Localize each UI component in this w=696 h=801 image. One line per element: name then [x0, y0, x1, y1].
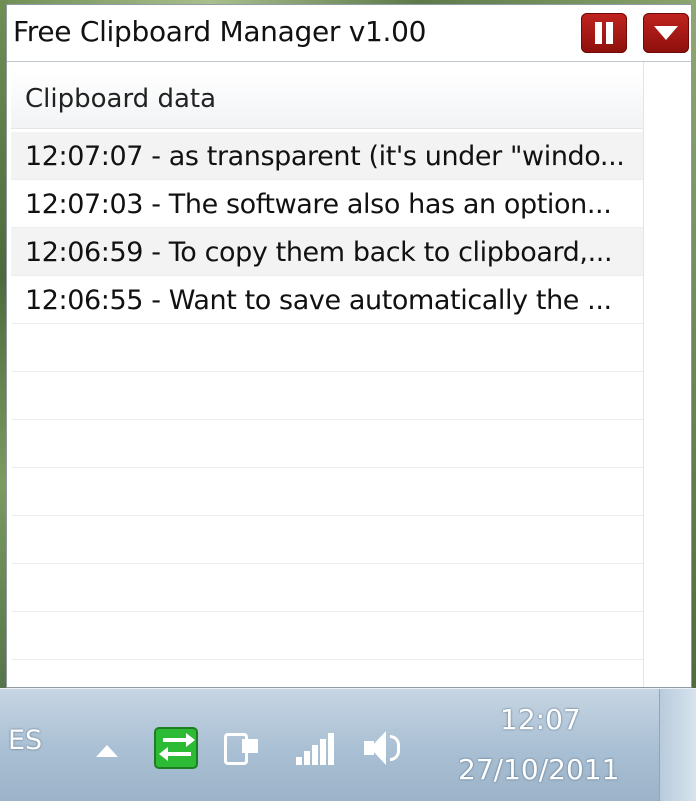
- list-item-text: 12:06:59 - To copy them back to clipboar…: [25, 237, 613, 268]
- column-separator[interactable]: [643, 62, 644, 687]
- show-hidden-icons-arrow-icon[interactable]: [96, 745, 118, 757]
- chevron-down-icon: [654, 26, 678, 40]
- language-indicator[interactable]: ES: [8, 725, 42, 756]
- column-header-label: Clipboard data: [25, 84, 217, 114]
- taskbar: ES 12:07 27/10/2011: [0, 688, 696, 801]
- list-item-text: 12:07:03 - The software also has an opti…: [25, 189, 612, 220]
- clipboard-rows: 12:07:07 - as transparent (it's under "w…: [11, 132, 643, 660]
- clipboard-manager-icon[interactable]: [154, 727, 198, 769]
- power-icon[interactable]: [220, 727, 264, 769]
- volume-icon[interactable]: [360, 727, 404, 769]
- list-item[interactable]: 12:06:55 - Want to save automatically th…: [11, 276, 643, 324]
- network-signal-icon[interactable]: [292, 727, 336, 769]
- show-desktop-button[interactable]: [659, 689, 696, 801]
- empty-row: [11, 612, 643, 660]
- empty-row: [11, 516, 643, 564]
- dropdown-menu-button[interactable]: [643, 13, 689, 53]
- title-bar[interactable]: Free Clipboard Manager v1.00: [7, 5, 691, 62]
- list-item[interactable]: 12:07:07 - as transparent (it's under "w…: [11, 132, 643, 180]
- list-item[interactable]: 12:06:59 - To copy them back to clipboar…: [11, 228, 643, 276]
- clipboard-list: Clipboard data 12:07:07 - as transparent…: [7, 62, 691, 687]
- empty-row: [11, 324, 643, 372]
- empty-row: [11, 564, 643, 612]
- list-item[interactable]: 12:07:03 - The software also has an opti…: [11, 180, 643, 228]
- clock-date[interactable]: 27/10/2011: [458, 753, 619, 786]
- empty-row: [11, 468, 643, 516]
- column-header-clipboard-data[interactable]: Clipboard data: [11, 72, 643, 129]
- pause-button[interactable]: [581, 13, 627, 53]
- clock-time[interactable]: 12:07: [500, 703, 581, 736]
- window-title: Free Clipboard Manager v1.00: [13, 15, 427, 48]
- list-item-text: 12:06:55 - Want to save automatically th…: [25, 285, 612, 316]
- empty-row: [11, 420, 643, 468]
- list-item-text: 12:07:07 - as transparent (it's under "w…: [25, 141, 625, 172]
- empty-row: [11, 372, 643, 420]
- clipboard-manager-window: Free Clipboard Manager v1.00 Clipboard d…: [6, 4, 692, 688]
